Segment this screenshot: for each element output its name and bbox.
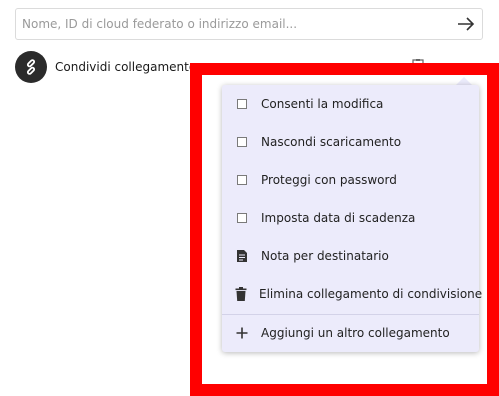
- link-avatar: [15, 51, 47, 83]
- share-search-box[interactable]: [15, 8, 483, 40]
- menu-item-label: Proteggi con password: [261, 173, 397, 187]
- menu-item-delete-link[interactable]: Elimina collegamento di condivisione: [222, 275, 483, 313]
- link-icon: [26, 59, 36, 75]
- menu-item-expiration-date[interactable]: Imposta data di scadenza: [222, 199, 479, 237]
- menu-item-label: Imposta data di scadenza: [261, 211, 416, 225]
- note-icon: [235, 249, 249, 263]
- menu-item-label: Elimina collegamento di condivisione: [259, 287, 483, 301]
- menu-item-add-another-link[interactable]: Aggiungi un altro collegamento: [222, 314, 479, 352]
- menu-item-label: Consenti la modifica: [261, 97, 384, 111]
- submit-button[interactable]: [454, 12, 478, 36]
- plus-icon: [235, 326, 249, 340]
- checkbox-icon[interactable]: [235, 97, 249, 111]
- menu-item-password-protect[interactable]: Proteggi con password: [222, 161, 479, 199]
- share-link-menu: Consenti la modifica Nascondi scaricamen…: [222, 85, 483, 352]
- menu-item-hide-download[interactable]: Nascondi scaricamento: [222, 123, 479, 161]
- menu-item-label: Aggiungi un altro collegamento: [261, 326, 450, 340]
- checkbox-icon[interactable]: [235, 135, 249, 149]
- trash-icon: [235, 287, 247, 301]
- menu-caret: [456, 77, 472, 85]
- menu-item-allow-editing[interactable]: Consenti la modifica: [222, 85, 479, 123]
- share-link-label: Condividi collegamento: [55, 60, 197, 74]
- menu-item-label: Nascondi scaricamento: [261, 135, 402, 149]
- menu-item-label: Nota per destinatario: [261, 249, 389, 263]
- arrow-right-icon: [458, 17, 475, 31]
- checkbox-icon[interactable]: [235, 211, 249, 225]
- menu-item-note-to-recipient[interactable]: Nota per destinatario: [222, 237, 479, 275]
- checkbox-icon[interactable]: [235, 173, 249, 187]
- share-link-row: Condividi collegamento: [15, 51, 196, 83]
- share-search-input[interactable]: [22, 9, 442, 39]
